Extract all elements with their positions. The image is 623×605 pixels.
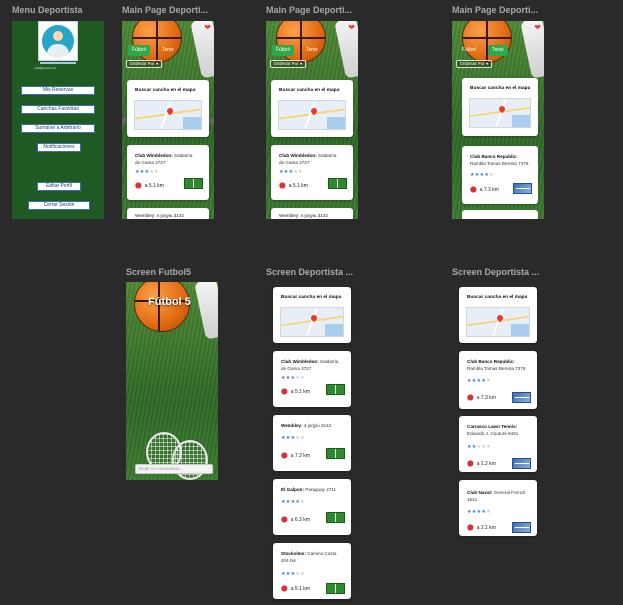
map-card-title: Buscar cancha en el mapa xyxy=(467,295,528,300)
rating-stars: ★★★★★ xyxy=(135,169,159,175)
venue-card[interactable]: Carrasco Lawn Tennis: Eduardo J. Couture… xyxy=(459,416,537,472)
tab-tenis[interactable]: Tenis xyxy=(488,45,508,56)
venue-card-partial[interactable] xyxy=(462,210,538,219)
chevron-right-icon[interactable] xyxy=(209,117,214,125)
venue-card[interactable]: Wembley: 4 jorjyiu 3142 ★★★★★ ⬤ a 7.3 km xyxy=(273,415,351,471)
heart-icon[interactable]: ❤ xyxy=(204,23,211,32)
location-pin-icon: ⬤ xyxy=(281,389,288,395)
map-thumbnail[interactable] xyxy=(134,100,202,130)
rating-stars: ★★★★★ xyxy=(281,375,305,381)
location-pin-icon: ⬤ xyxy=(467,461,474,467)
venue-card[interactable]: Club Wimbledon: Saldarria de Gama 3727 ★… xyxy=(273,351,351,407)
rating-stars: ★★★★★ xyxy=(467,509,491,515)
field-thumbnail xyxy=(326,512,345,523)
heart-icon[interactable]: ❤ xyxy=(348,23,355,32)
user-email: mail@gmail.com xyxy=(34,66,57,70)
frame-title-main2: Main Page Deporti... xyxy=(266,5,353,15)
frame-title-screen1: Screen Deportista ... xyxy=(266,267,354,277)
notifications-button[interactable]: Notificaciones xyxy=(37,143,81,152)
field-thumbnail xyxy=(326,583,345,594)
tab-tenis[interactable]: Tenis xyxy=(302,45,322,56)
rating-stars: ★★★★★ xyxy=(470,172,494,178)
tab-futbol[interactable]: Fútbol xyxy=(272,45,294,56)
rating-stars: ★★★★★ xyxy=(281,435,305,441)
screen-futbol5: Fútbol 5 Dejar un comentario... xyxy=(126,282,218,480)
join-referee-button[interactable]: Sumarse a Arbitrario xyxy=(21,124,95,133)
map-card[interactable]: Buscar cancha en el mapa xyxy=(273,287,351,343)
main-page-1: ❤ Fútbol Tenis Ordenar Por ▾ Buscar canc… xyxy=(122,21,214,219)
venue-card[interactable]: Stockolmo: Camino Costa 404 bis ★★★★★ ⬤ a… xyxy=(273,543,351,599)
sort-dropdown[interactable]: Ordenar Por ▾ xyxy=(456,60,493,68)
avatar[interactable] xyxy=(38,21,78,61)
map-thumbnail[interactable] xyxy=(280,307,344,337)
frame-title-screen2: Screen Deportista ... xyxy=(452,267,540,277)
rating-stars: ★★★★★ xyxy=(467,378,491,384)
location-pin-icon: ⬤ xyxy=(279,183,286,189)
venue-card-partial[interactable]: Wembley: 4 jorjyiu 3142 xyxy=(127,208,209,219)
map-thumbnail[interactable] xyxy=(469,98,531,128)
tab-futbol[interactable]: Fútbol xyxy=(458,45,480,56)
frame-title-main1: Main Page Deporti... xyxy=(122,5,209,15)
location-pin-icon: ⬤ xyxy=(281,453,288,459)
location-pin-icon: ⬤ xyxy=(281,517,288,523)
frame-title-main3: Main Page Deporti... xyxy=(452,5,539,15)
court-thumbnail xyxy=(512,522,531,533)
venue-card[interactable]: Club Wimbledon: Saldarria de Gama 3727 ★… xyxy=(127,145,209,200)
main-page-2: ❤ Fútbol Tenis Ordenar Por ▾ Buscar canc… xyxy=(266,21,358,219)
field-thumbnail xyxy=(326,448,345,459)
location-pin-icon: ⬤ xyxy=(281,586,288,592)
tab-tenis[interactable]: Tenis xyxy=(158,45,178,56)
venue-card[interactable]: Club Wimbledon: Saldarria de Gama 3727 ★… xyxy=(271,145,353,200)
racket-image xyxy=(172,440,208,480)
court-thumbnail xyxy=(513,183,532,194)
map-thumbnail[interactable] xyxy=(278,100,346,130)
menu-frame: mail@gmail.com Mis Reservas Canchas Favo… xyxy=(12,21,104,219)
map-thumbnail[interactable] xyxy=(466,307,530,337)
court-thumbnail xyxy=(512,392,531,403)
rating-stars: ★★★★★ xyxy=(281,499,305,505)
tab-futbol[interactable]: Fútbol xyxy=(128,45,150,56)
user-name xyxy=(40,62,76,64)
sort-dropdown[interactable]: Ordenar Por ▾ xyxy=(126,60,163,68)
location-pin-icon: ⬤ xyxy=(467,395,474,401)
rating-stars: ★★★★★ xyxy=(281,571,305,577)
heart-icon[interactable]: ❤ xyxy=(534,23,541,32)
edit-profile-button[interactable]: Editar Perfil xyxy=(37,182,81,191)
field-thumbnail xyxy=(328,178,347,189)
page-title: Fútbol 5 xyxy=(148,296,191,308)
map-card[interactable]: Buscar cancha en el mapa xyxy=(459,287,537,343)
map-card[interactable]: Buscar cancha en el mapa xyxy=(271,80,353,137)
venue-card[interactable]: Club Banco Republic: Rambla Tomas Berret… xyxy=(462,146,538,204)
map-card-title: Buscar cancha en el mapa xyxy=(279,88,340,93)
logout-button[interactable]: Cerrar Sesión xyxy=(28,201,90,210)
location-pin-icon: ⬤ xyxy=(135,183,142,189)
favorite-fields-button[interactable]: Canchas Favoritas xyxy=(21,105,95,114)
frame-title-menu: Menu Deportista xyxy=(12,5,83,15)
venue-card-partial[interactable]: Wembley: 4 jorjyiu 3142 xyxy=(271,208,353,219)
venue-card[interactable]: Club Banco Republic: Rambla Tomas Berret… xyxy=(459,351,537,409)
location-pin-icon: ⬤ xyxy=(467,525,474,531)
map-card-title: Buscar cancha en el mapa xyxy=(470,86,531,91)
sort-dropdown[interactable]: Ordenar Por ▾ xyxy=(270,60,307,68)
comment-input[interactable]: Dejar un comentario... xyxy=(135,464,213,474)
field-thumbnail xyxy=(326,384,345,395)
map-card[interactable]: Buscar cancha en el mapa xyxy=(127,80,209,137)
location-pin-icon: ⬤ xyxy=(470,187,477,193)
venue-card[interactable]: El Galpon: Paraguay 2711 ★★★★★ ⬤ a 6.3 km xyxy=(273,479,351,535)
main-page-3: ❤ Fútbol Tenis Ordenar Por ▾ Buscar canc… xyxy=(452,21,544,219)
map-card-title: Buscar cancha en el mapa xyxy=(135,88,196,93)
my-bookings-button[interactable]: Mis Reservas xyxy=(21,86,95,95)
court-thumbnail xyxy=(512,458,531,469)
map-card[interactable]: Buscar cancha en el mapa xyxy=(462,78,538,136)
venue-card[interactable]: Club Naval: General French 1641 ★★★★★ ⬤ a… xyxy=(459,480,537,536)
rating-stars: ★★★★★ xyxy=(467,444,491,450)
rating-stars: ★★★★★ xyxy=(279,169,303,175)
map-card-title: Buscar cancha en el mapa xyxy=(281,295,342,300)
frame-title-futbol: Screen Futbol5 xyxy=(126,267,192,277)
user-icon xyxy=(42,25,74,57)
field-thumbnail xyxy=(184,178,203,189)
